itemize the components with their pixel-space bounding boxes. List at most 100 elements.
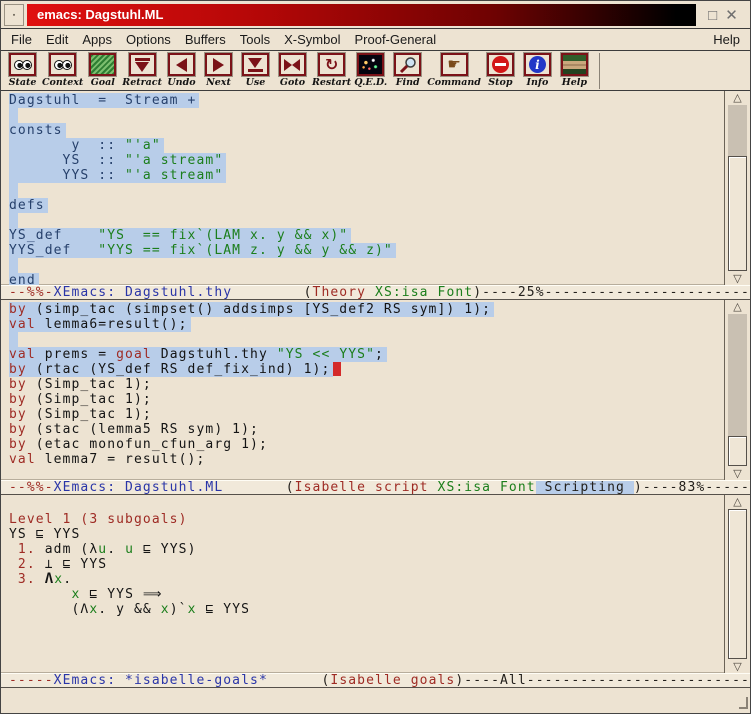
window-menu-button[interactable]: ▪ [4,4,24,26]
menu-item-file[interactable]: File [11,32,39,47]
toolbar-label: Q.E.D. [354,77,387,88]
region-highlight: defs [9,198,48,213]
toolbar-retract-button[interactable]: Retract [122,53,162,88]
toolbar-goto-button[interactable]: Goto [275,53,310,88]
region-highlight [9,183,18,198]
toolbar-info-button[interactable]: iInfo [520,53,555,88]
state-icon [11,55,34,74]
code-line: 1. adm (λu. u ⊑ YYS) [1,542,724,557]
scrollbar-down-icon[interactable]: ▽ [725,272,750,285]
code-line: by (Simp_tac 1); [1,377,724,392]
menu-item-proof-general[interactable]: Proof-General [347,32,443,47]
toolbar-label: Info [527,77,549,88]
menu-item-apps[interactable]: Apps [75,32,119,47]
toolbar-help-button[interactable]: Help [557,53,592,88]
scrollbar-down-icon[interactable]: ▽ [725,467,750,480]
toolbar-label: Context [42,77,83,88]
region-highlight: YS :: "'a stream" [9,153,226,168]
resize-grip-icon[interactable] [739,697,748,709]
goto-icon [281,55,304,74]
scrollbar-trough[interactable] [728,314,747,466]
code-line: Dagstuhl = Stream + [1,93,724,108]
region-highlight: end [9,273,39,285]
code-line: by (etac monofun_cfun_arg 1); [1,437,724,452]
scrollbar-trough[interactable] [728,105,747,271]
toolbar-separator [599,53,600,89]
scrollbar-up-icon[interactable]: △ [725,91,750,104]
region-highlight: val prems = goal Dagstuhl.thy "YS << YYS… [9,347,387,362]
window-controls: □ ✕ [699,4,747,26]
mode-line-theory: --%%-XEmacs: Dagstuhl.thy (Theory XS:isa… [1,285,750,300]
scrollbar-thumb[interactable] [728,509,747,659]
menu-item-x-symbol[interactable]: X-Symbol [277,32,347,47]
toolbar-next-button[interactable]: Next [201,53,236,88]
restart-icon: ↻ [320,55,343,74]
code-line: val lemma7 = result(); [1,452,724,467]
toolbar-state-button[interactable]: State [5,53,40,88]
scrollbar-up-icon[interactable]: △ [725,300,750,313]
region-highlight: consts [9,123,66,138]
region-highlight: Dagstuhl = Stream + [9,93,199,108]
toolbar-stop-button[interactable]: Stop [483,53,518,88]
code-line [1,108,724,123]
code-line: YYS_def "YYS == fix`(LAM z. y && y && z)… [1,243,724,258]
goals-pane[interactable]: Level 1 (3 subgoals)YS ⊑ YYS 1. adm (λu.… [1,495,724,673]
scrollbar-thumb[interactable] [728,156,747,271]
toolbar-qed-button[interactable]: Q.E.D. [353,53,388,88]
xemacs-window: ▪ emacs: Dagstuhl.ML □ ✕ FileEditAppsOpt… [0,0,751,714]
toolbar-undo-button[interactable]: Undo [164,53,199,88]
code-line [1,213,724,228]
code-line: by (rtac (YS_def RS def_fix_ind) 1); [1,362,724,377]
toolbar-context-button[interactable]: Context [42,53,83,88]
scrollbar-trough[interactable] [728,509,747,659]
toolbar-label: Stop [488,77,512,88]
toolbar-label: Find [396,77,420,88]
menu-item-edit[interactable]: Edit [39,32,75,47]
toolbar-label: Restart [312,77,351,88]
code-line: 2. ⊥ ⊑ YYS [1,557,724,572]
code-line: by (simp_tac (simpset() addsimps [YS_def… [1,302,724,317]
retract-icon [131,55,154,74]
scrollbar-up-icon[interactable]: △ [725,495,750,508]
script-pane[interactable]: by (simp_tac (simpset() addsimps [YS_def… [1,300,724,480]
code-line: end [1,273,724,285]
menu-item-help[interactable]: Help [706,32,740,47]
undo-icon [170,55,193,74]
text-cursor [333,362,341,376]
code-line: YS :: "'a stream" [1,153,724,168]
region-highlight [9,258,18,273]
echo-area[interactable] [1,688,750,712]
menu-item-options[interactable]: Options [119,32,178,47]
menu-item-tools[interactable]: Tools [233,32,277,47]
toolbar-restart-button[interactable]: ↻ Restart [312,53,351,88]
region-highlight [9,213,18,228]
toolbar-label: Help [562,77,587,88]
region-highlight: YS_def "YS == fix`(LAM x. y && x)" [9,228,351,243]
code-line: by (Simp_tac 1); [1,392,724,407]
region-highlight: y :: "'a" [9,138,164,153]
qed-icon [359,55,382,74]
toolbar-command-button[interactable]: ☛Command [427,53,481,88]
code-line [1,497,724,512]
code-line: y :: "'a" [1,138,724,153]
toolbar-find-button[interactable]: Find [390,53,425,88]
region-highlight: YYS_def "YYS == fix`(LAM z. y && y && z)… [9,243,396,258]
goal-icon [91,55,114,74]
scrollbar-down-icon[interactable]: ▽ [725,660,750,673]
next-icon [207,55,230,74]
theory-pane[interactable]: Dagstuhl = Stream +consts y :: "'a" YS :… [1,91,724,285]
toolbar: StateContextGoalRetractUndoNextUseGoto ↻ R… [1,51,750,91]
menu-item-buffers[interactable]: Buffers [178,32,233,47]
maximize-button[interactable]: □ [708,8,717,23]
code-line: Level 1 (3 subgoals) [1,512,724,527]
close-button[interactable]: ✕ [725,8,738,23]
toolbar-use-button[interactable]: Use [238,53,273,88]
scrollbar-script: △ ▽ [724,300,750,480]
region-highlight: YYS :: "'a stream" [9,168,226,183]
code-line [1,258,724,273]
scrollbar-thumb[interactable] [728,436,747,466]
toolbar-label: Command [427,77,481,88]
code-line: 3. Λx. [1,572,724,587]
toolbar-goal-button[interactable]: Goal [85,53,120,88]
region-highlight: by (rtac (YS_def RS def_fix_ind) 1); [9,362,333,377]
